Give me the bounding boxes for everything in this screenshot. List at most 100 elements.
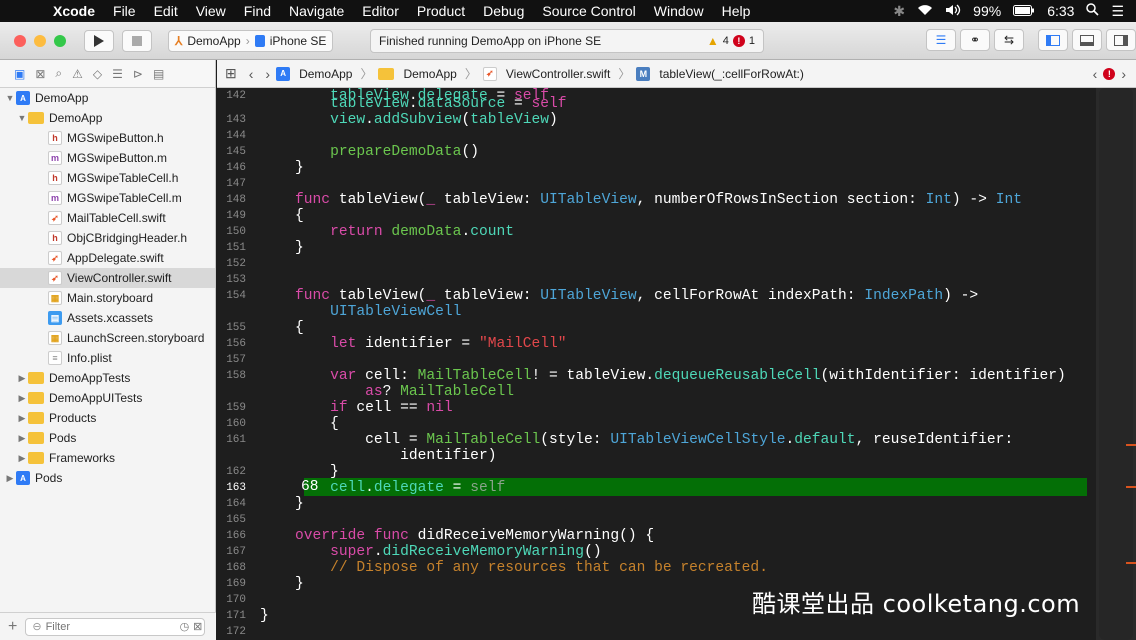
error-count[interactable]: 1: [749, 35, 755, 47]
wifi-icon[interactable]: [917, 3, 933, 19]
run-button[interactable]: [84, 29, 114, 52]
tree-row-file[interactable]: h ObjCBridgingHeader.h: [0, 228, 215, 248]
standard-editor-button[interactable]: ☰: [926, 29, 956, 51]
tree-row-file[interactable]: ▦ LaunchScreen.storyboard: [0, 328, 215, 348]
notification-center-icon[interactable]: ☰: [1111, 3, 1124, 20]
tree-row-group[interactable]: ▼ DemoApp: [0, 108, 215, 128]
toggle-utilities-button[interactable]: [1106, 29, 1136, 51]
issue-marker[interactable]: [1126, 444, 1136, 446]
disclosure-closed-icon[interactable]: ▶: [16, 413, 28, 424]
issue-error-icon[interactable]: !: [1103, 67, 1116, 80]
tree-row-file[interactable]: ➶ AppDelegate.swift: [0, 248, 215, 268]
disclosure-open-icon[interactable]: ▼: [4, 93, 16, 103]
report-tab-icon[interactable]: ▤: [153, 67, 164, 81]
previous-issue-icon[interactable]: ‹: [1093, 66, 1098, 82]
next-issue-icon[interactable]: ›: [1121, 66, 1126, 82]
menu-debug[interactable]: Debug: [474, 3, 533, 19]
version-editor-button[interactable]: ⇆: [994, 29, 1024, 51]
tree-row-file[interactable]: m MGSwipeButton.m: [0, 148, 215, 168]
toggle-debug-area-button[interactable]: [1072, 29, 1102, 51]
battery-icon[interactable]: [1013, 3, 1035, 19]
watermark-text: 酷课堂出品 coolketang.com: [752, 590, 1081, 618]
source-control-tab-icon[interactable]: ⊠: [35, 67, 45, 81]
volume-icon[interactable]: [945, 3, 961, 19]
related-items-icon[interactable]: ⊞: [225, 65, 237, 82]
add-file-icon[interactable]: +: [8, 618, 17, 636]
bluetooth-icon[interactable]: ✱: [893, 3, 905, 20]
menu-find[interactable]: Find: [235, 3, 280, 19]
spotlight-search-icon[interactable]: [1086, 3, 1100, 19]
forward-arrow-icon[interactable]: ›: [265, 66, 270, 82]
minimize-window-icon[interactable]: [34, 34, 46, 47]
menu-view[interactable]: View: [187, 3, 235, 19]
scroll-thumb[interactable]: [1099, 88, 1133, 640]
scheme-selector[interactable]: ⅄ DemoApp › iPhone SE: [168, 29, 334, 52]
menu-editor[interactable]: Editor: [353, 3, 408, 19]
menu-file[interactable]: File: [104, 3, 145, 19]
breadcrumb-file[interactable]: ➶ ViewController.swift 〉: [482, 65, 630, 82]
swift-file-icon: ➶: [48, 211, 62, 225]
project-navigator-tab-icon[interactable]: ▣: [14, 67, 25, 81]
tree-row-file[interactable]: m MGSwipeTableCell.m: [0, 188, 215, 208]
tree-row-file[interactable]: h MGSwipeTableCell.h: [0, 168, 215, 188]
tree-row-file[interactable]: h MGSwipeButton.h: [0, 128, 215, 148]
menu-edit[interactable]: Edit: [145, 3, 187, 19]
assistant-editor-button[interactable]: ⚭: [960, 29, 990, 51]
issue-tab-icon[interactable]: ⚠: [72, 67, 83, 81]
stop-button[interactable]: [122, 29, 152, 52]
tree-row-group[interactable]: ▶ Frameworks: [0, 448, 215, 468]
tree-row-file[interactable]: ≡ Info.plist: [0, 348, 215, 368]
source-editor[interactable]: 142 tableView.delegate = self tableView.…: [217, 88, 1136, 640]
tree-row-file[interactable]: ▤ Assets.xcassets: [0, 308, 215, 328]
test-tab-icon[interactable]: ◇: [93, 67, 102, 81]
tree-row-group[interactable]: ▶ Products: [0, 408, 215, 428]
find-tab-icon[interactable]: ⌕: [55, 66, 62, 81]
breadcrumb-method[interactable]: M tableView(_:cellForRowAt:): [636, 66, 804, 81]
disclosure-closed-icon[interactable]: ▶: [4, 473, 16, 484]
tree-row-group[interactable]: ▶ Pods: [0, 428, 215, 448]
disclosure-closed-icon[interactable]: ▶: [16, 373, 28, 384]
code-line: 165: [226, 514, 246, 526]
breadcrumb-project[interactable]: A DemoApp 〉: [276, 65, 372, 82]
code-line: 154 func tableView(_ tableView: UITableV…: [226, 288, 979, 304]
editor-scrollbar[interactable]: [1096, 88, 1136, 640]
disclosure-closed-icon[interactable]: ▶: [16, 433, 28, 444]
menu-help[interactable]: Help: [713, 3, 760, 19]
disclosure-closed-icon[interactable]: ▶: [16, 453, 28, 464]
error-icon[interactable]: !: [732, 35, 745, 47]
menu-product[interactable]: Product: [408, 3, 474, 19]
back-arrow-icon[interactable]: ‹: [249, 66, 254, 82]
menu-xcode[interactable]: Xcode: [44, 3, 104, 19]
filter-field[interactable]: ⊖ ◷ ⊠: [25, 617, 206, 636]
tree-row-file-selected[interactable]: ➶ ViewController.swift: [0, 268, 215, 288]
code-line: 150 return demoData.count: [226, 224, 514, 240]
warning-count[interactable]: 4: [723, 35, 729, 47]
menu-navigate[interactable]: Navigate: [280, 3, 353, 19]
breadcrumb-group[interactable]: DemoApp 〉: [378, 65, 477, 82]
current-line-badge: 68: [301, 479, 319, 495]
navigator-panel-icon: [1046, 34, 1060, 46]
menubar-clock[interactable]: 6:33: [1047, 3, 1074, 19]
tree-row-file[interactable]: ➶ MailTableCell.swift: [0, 208, 215, 228]
issue-marker[interactable]: [1126, 486, 1136, 488]
disclosure-closed-icon[interactable]: ▶: [16, 393, 28, 404]
scm-filter-icon[interactable]: ⊠: [193, 620, 202, 633]
tree-row-group[interactable]: ▶ DemoAppTests: [0, 368, 215, 388]
warning-icon[interactable]: ▲: [707, 34, 719, 48]
tree-row-group[interactable]: ▶ DemoAppUITests: [0, 388, 215, 408]
toggle-navigator-button[interactable]: [1038, 29, 1068, 51]
filter-input[interactable]: [45, 620, 176, 633]
method-icon: M: [636, 66, 651, 81]
breakpoint-tab-icon[interactable]: ⊳: [133, 67, 143, 81]
tree-row-project[interactable]: ▶ A Pods: [0, 468, 215, 488]
menu-window[interactable]: Window: [645, 3, 713, 19]
recent-files-icon[interactable]: ◷: [180, 620, 190, 633]
tree-row-file[interactable]: ▦ Main.storyboard: [0, 288, 215, 308]
issue-marker[interactable]: [1126, 562, 1136, 564]
debug-tab-icon[interactable]: ☰: [112, 67, 123, 81]
close-window-icon[interactable]: [14, 34, 26, 47]
tree-row-project[interactable]: ▼ A DemoApp: [0, 88, 215, 108]
zoom-window-icon[interactable]: [54, 34, 66, 47]
menu-source-control[interactable]: Source Control: [533, 3, 644, 19]
disclosure-open-icon[interactable]: ▼: [16, 113, 28, 123]
